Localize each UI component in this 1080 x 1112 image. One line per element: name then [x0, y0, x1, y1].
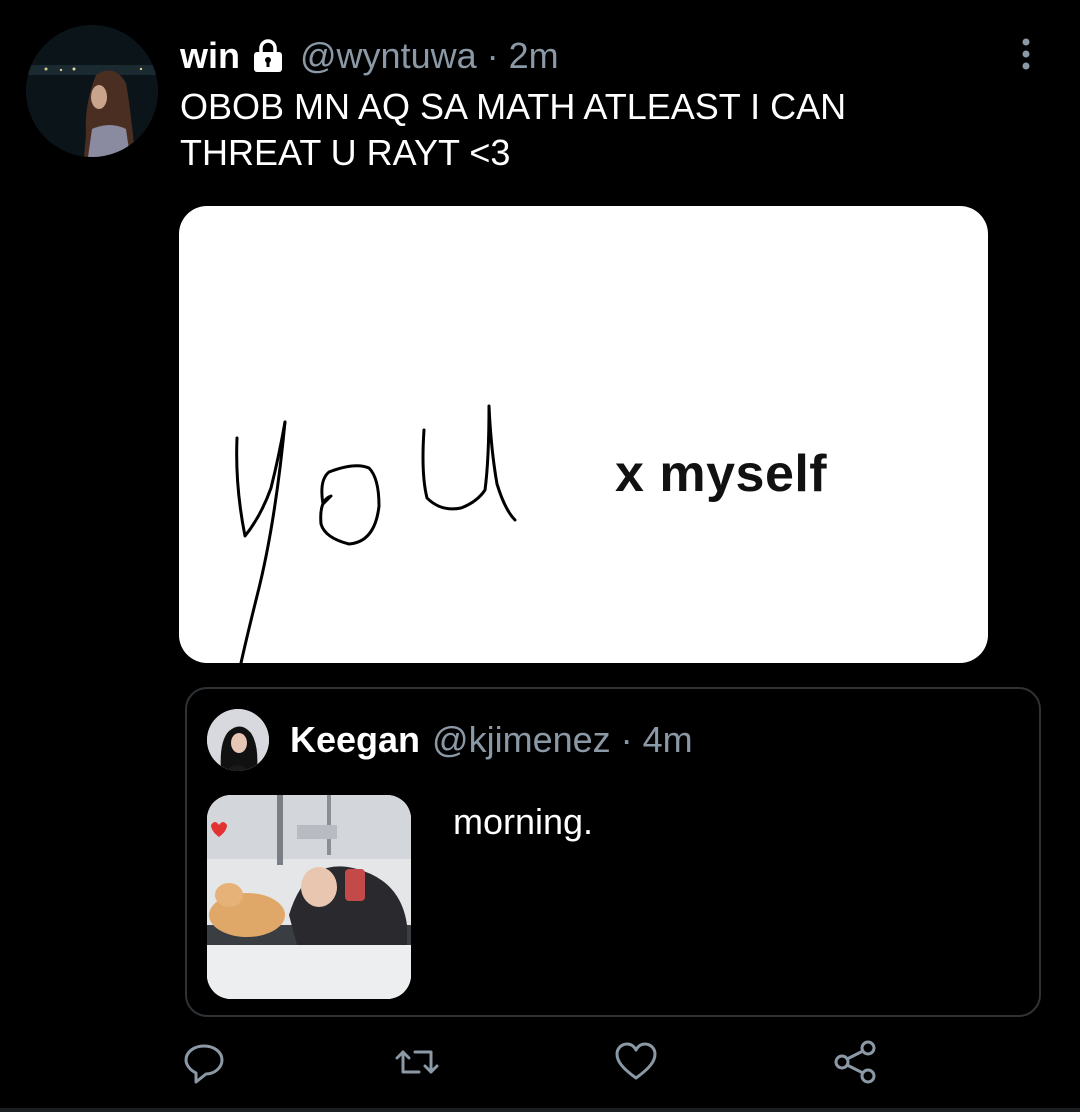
tweet[interactable]: win @wyntuwa · 2m OBOB MN AQ SA MATH ATL… — [0, 0, 1080, 1112]
action-bar — [0, 1038, 1080, 1092]
quote-avatar[interactable] — [207, 709, 269, 771]
lock-icon — [250, 38, 286, 74]
media-caption: x myself — [615, 445, 828, 503]
tweet-text: OBOB MN AQ SA MATH ATLEAST I CAN THREAT … — [180, 86, 847, 173]
divider — [0, 1108, 1080, 1112]
heart-icon[interactable] — [612, 1038, 660, 1086]
reply-icon[interactable] — [180, 1038, 228, 1086]
author-name[interactable]: win — [180, 35, 240, 77]
quote-text: morning. — [453, 801, 594, 842]
separator-dot: · — [486, 35, 499, 76]
quote-author-name[interactable]: Keegan — [290, 719, 420, 761]
more-vertical-icon[interactable] — [1008, 36, 1044, 72]
avatar[interactable] — [26, 25, 158, 157]
tweet-header: win @wyntuwa · 2m — [180, 34, 559, 78]
timestamp[interactable]: 2m — [509, 35, 559, 77]
quote-author-handle[interactable]: @kjimenez — [432, 719, 611, 761]
tweet-image[interactable]: x myself — [179, 206, 988, 663]
retweet-icon[interactable] — [393, 1038, 441, 1086]
quote-timestamp[interactable]: 4m — [643, 719, 693, 761]
author-handle[interactable]: @wyntuwa — [300, 35, 477, 77]
share-icon[interactable] — [832, 1038, 880, 1086]
quote-separator-dot: · — [620, 719, 633, 760]
quote-image[interactable] — [207, 795, 411, 999]
handwritten-you — [235, 404, 517, 663]
quote-header: Keegan @kjimenez · 4m — [290, 717, 693, 763]
quoted-tweet[interactable]: Keegan @kjimenez · 4m morning. — [185, 687, 1041, 1017]
